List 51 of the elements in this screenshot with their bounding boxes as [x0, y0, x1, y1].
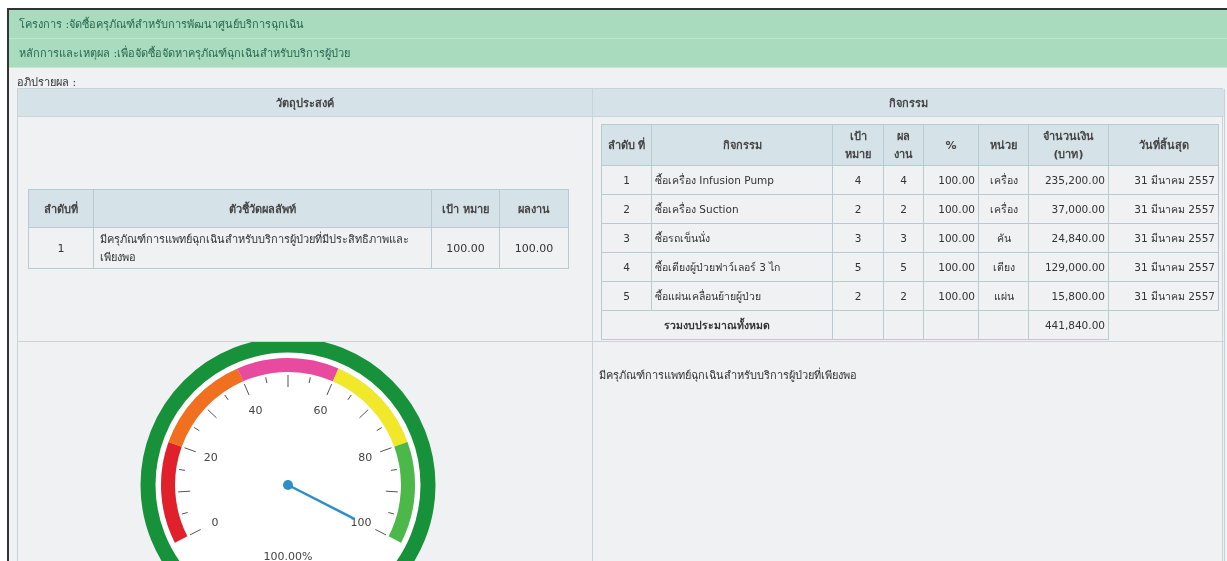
table-cell: 31 มีนาคม 2557: [1108, 281, 1219, 311]
table-cell: 235,200.00: [1028, 165, 1109, 195]
table-header: หน่วย: [978, 124, 1029, 166]
table-cell: 1: [28, 227, 94, 269]
gauge-tick-label: 80: [358, 451, 373, 465]
table-cell: 37,000.00: [1028, 194, 1109, 224]
table-cell: 31 มีนาคม 2557: [1108, 194, 1219, 224]
table-cell: ซื้อแผ่นเคลื่อนย้ายผู้ป่วย: [651, 281, 833, 311]
table-cell: ซื้อเครื่อง Infusion Pump: [651, 165, 833, 195]
table-header: วันที่สิ้นสุด: [1108, 124, 1219, 166]
table-header: ลำดับ ที่: [601, 124, 652, 166]
table-header: %: [923, 124, 979, 166]
table-cell: 1: [601, 165, 652, 195]
section-label: อภิปรายผล :: [17, 75, 78, 88]
table-cell: 31 มีนาคม 2557: [1108, 223, 1219, 253]
column-heading: วัตถุประสงค์: [18, 89, 593, 116]
table-cell: ซื้อเครื่อง Suction: [651, 194, 833, 224]
table-header: ผลงาน: [499, 189, 569, 228]
table-cell: 4: [601, 252, 652, 282]
total-label: รวมงบประมาณทั้งหมด: [601, 310, 833, 340]
table-cell: 15,800.00: [1028, 281, 1109, 311]
table-header: ลำดับที่: [28, 189, 94, 228]
table-cell: 100.00: [431, 227, 500, 269]
gauge-tick-label: 20: [203, 451, 218, 465]
column-heading: กิจกรรม: [593, 89, 1225, 116]
project-title: โครงการ :จัดซื้อครุภัณฑ์สำหรับการพัฒนาศูนย์บริการฉุกเฉิน: [19, 16, 305, 33]
table-header: ผล งาน: [883, 124, 924, 166]
table-cell: 31 มีนาคม 2557: [1108, 252, 1219, 282]
table-cell: 5: [601, 281, 652, 311]
rationale-text: หลักการและเหตุผล :เพื่อจัดซื้อจัดหาครุภัณฑ์ฉุกเฉินสำหรับบริการผู้ป่วย: [19, 44, 351, 62]
table-cell: 24,840.00: [1028, 223, 1109, 253]
table-header: ตัวชี้วัดผลลัพท์: [93, 189, 432, 228]
gauge-tick-label: 40: [248, 403, 263, 417]
table-header: จำนวนเงิน (บาท): [1028, 124, 1109, 166]
table-cell: 2: [601, 194, 652, 224]
table-cell: 100.00: [499, 227, 569, 269]
table-header: เป้า หมาย: [431, 189, 500, 228]
gauge-reading: 100.00%: [263, 550, 313, 561]
table-cell: ซื้อรถเข็นนั่ง: [651, 223, 833, 253]
table-header: เป้า หมาย: [832, 124, 884, 166]
table-cell: ซื้อเตียงผู้ป่วยฟาว์เลอร์ 3 ไก: [651, 252, 833, 282]
table-cell: 31 มีนาคม 2557: [1108, 165, 1219, 195]
needle-hub: [283, 480, 293, 490]
table-header: กิจกรรม: [651, 124, 833, 166]
table-cell: มีครุภัณฑ์การแพทย์ฉุกเฉินสำหรับบริการผู้ป่วยที่มีประสิทธิภาพและเพียงพอ: [93, 227, 432, 269]
total-amount: 441,840.00: [1028, 310, 1109, 340]
summary-text: มีครุภัณฑ์การแพทย์ฉุกเฉินสำหรับบริการผู้ป่วยที่เพียงพอ: [598, 366, 858, 384]
table-cell: 3: [601, 223, 652, 253]
gauge-tick-label: 0: [211, 516, 219, 530]
table-cell: 129,000.00: [1028, 252, 1109, 282]
gauge-tick-label: 60: [313, 403, 328, 417]
